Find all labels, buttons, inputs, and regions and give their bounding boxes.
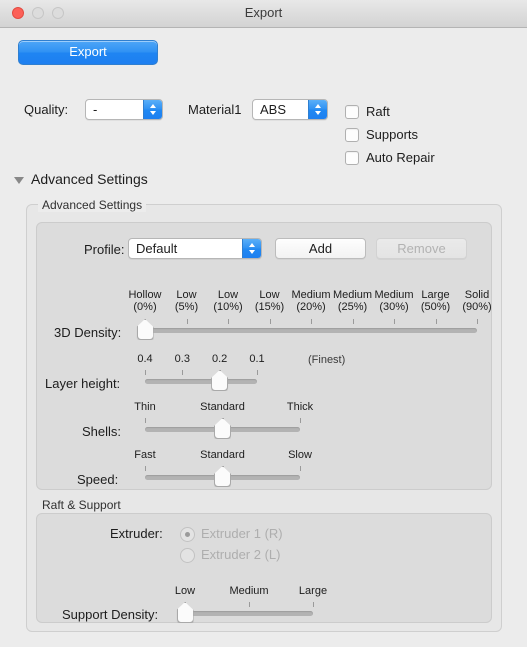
raft-support-group-title: Raft & Support [38, 498, 125, 512]
slider-tick-label: Thin [134, 401, 156, 413]
checkbox-box [345, 128, 359, 142]
chevron-updown-icon [143, 100, 162, 119]
support-density-label: Support Density: [62, 607, 159, 622]
profile-label: Profile: [84, 242, 125, 257]
slider-tick-label: Solid (90%) [462, 289, 492, 313]
slider-knob[interactable] [211, 370, 228, 391]
radio-label: Extruder 1 (R) [201, 526, 283, 541]
radio-circle [180, 548, 195, 563]
slider-tick-label: Low (15%) [254, 289, 285, 313]
triangle-down-icon [14, 177, 24, 184]
slider-tick [182, 370, 184, 375]
profile-value: Default [136, 241, 178, 256]
slider-tick [313, 602, 314, 607]
window-title: Export [244, 5, 283, 20]
chevron-updown-icon [242, 239, 261, 258]
slider-tick [352, 319, 354, 324]
add-profile-button[interactable]: Add [275, 238, 366, 259]
slider-track[interactable] [145, 379, 257, 384]
slider-tick-label: Slow [288, 449, 312, 461]
slider-tick [477, 319, 478, 324]
slider-tick [145, 370, 146, 375]
quality-popup-button[interactable]: - [85, 99, 163, 120]
material-popup-button[interactable]: ABS [252, 99, 328, 120]
slider-tick-label: Large (50%) [420, 289, 451, 313]
slider-tick-label: Fast [134, 449, 156, 461]
profile-popup-button[interactable]: Default [128, 238, 262, 259]
slider-knob[interactable] [137, 319, 154, 340]
quality-value: - [93, 102, 98, 117]
slider-tick-label: Standard [200, 401, 245, 413]
slider-tick-label: Hollow (0%) [128, 289, 162, 313]
slider-tick-label: Large [298, 585, 328, 597]
checkbox-label: Supports [366, 127, 419, 142]
slider-tick-label: Medium [229, 585, 269, 597]
slider-tick [269, 319, 271, 324]
slider-knob[interactable] [214, 418, 231, 439]
slider-tick-label: Low (10%) [213, 289, 243, 313]
slider-tick [394, 319, 395, 324]
slider-tick-label: Thick [286, 401, 314, 413]
slider-tick-label: 0.1 [249, 353, 265, 365]
slider-tick [311, 319, 312, 324]
checkbox-box [345, 151, 359, 165]
remove-profile-button: Remove [376, 238, 467, 259]
slider-tick [300, 418, 301, 423]
slider-tick-label: 0.4 [137, 353, 153, 365]
export-button[interactable]: Export [18, 40, 158, 65]
slider-tick-label: Medium (30%) [374, 289, 414, 313]
slider-knob[interactable] [214, 466, 231, 487]
slider-tick [228, 319, 229, 324]
dialog-content: Export Quality: - Material1 ABS Raft Sup… [0, 28, 527, 647]
3d-density-label: 3D Density: [54, 325, 122, 340]
chevron-updown-icon [308, 100, 327, 119]
slider-track[interactable] [145, 328, 477, 333]
export-dialog-window: Export Export Quality: - Material1 ABS R… [0, 0, 527, 647]
extruder-label: Extruder: [110, 526, 163, 541]
slider-tick [145, 466, 146, 471]
checkbox-box [345, 105, 359, 119]
slider-tick [300, 466, 301, 471]
slider-tick [186, 319, 188, 324]
slider-tick-label: Medium (25%) [332, 289, 373, 313]
slider-knob[interactable] [177, 602, 194, 623]
slider-tick-label: Standard [200, 449, 245, 461]
checkbox-label: Auto Repair [366, 150, 435, 165]
layer-height-label: Layer height: [45, 376, 121, 391]
disclosure-label: Advanced Settings [31, 171, 148, 187]
radio-label: Extruder 2 (L) [201, 547, 281, 562]
material-label: Material1 [188, 102, 242, 117]
title-bar: Export [0, 0, 527, 28]
quality-label: Quality: [24, 102, 69, 117]
layer-height-note: (Finest) [308, 354, 346, 366]
checkbox-label: Raft [366, 104, 390, 119]
shells-label: Shells: [82, 424, 122, 439]
slider-tick-label: Medium (20%) [291, 289, 331, 313]
slider-tick-label: Low (5%) [174, 289, 199, 313]
slider-tick-label: 0.2 [212, 353, 228, 365]
advanced-settings-group-title: Advanced Settings [38, 198, 147, 212]
speed-label: Speed: [77, 472, 119, 487]
slider-tick-label: Low [174, 585, 196, 597]
radio-circle [180, 527, 195, 542]
slider-tick [257, 370, 258, 375]
slider-track[interactable] [185, 611, 313, 616]
material-value: ABS [260, 102, 287, 117]
slider-tick [435, 319, 437, 324]
slider-tick-label: 0.3 [174, 353, 190, 365]
slider-tick [145, 418, 146, 423]
slider-tick [249, 602, 250, 607]
